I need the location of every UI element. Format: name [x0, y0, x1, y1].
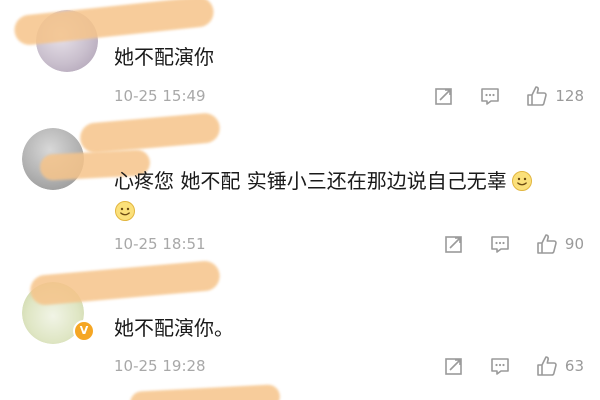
like-button[interactable]: 128 [525, 84, 584, 108]
like-button[interactable]: 63 [535, 354, 584, 378]
share-button[interactable] [433, 85, 455, 107]
thumbs-up-icon [537, 356, 557, 376]
share-icon [445, 358, 462, 375]
username-redaction [129, 384, 281, 400]
username-redaction [29, 259, 221, 307]
comment-time: 10-25 15:49 [114, 87, 206, 105]
comment-text-content: 心疼您 她不配 实锤小三还在那边说自己无辜 [114, 169, 507, 193]
comment-meta: 10-25 18:51 90 [114, 232, 584, 256]
comment-time: 10-25 18:51 [114, 235, 206, 253]
thumbs-up-icon [537, 234, 557, 254]
comment-text: 心疼您 她不配 实锤小三还在那边说自己无辜 [114, 167, 533, 195]
comment-text: 她不配演你。 [114, 316, 234, 340]
thumbs-up-icon [527, 86, 548, 106]
comment-meta: 10-25 19:28 63 [114, 354, 584, 378]
comment-button[interactable] [489, 355, 511, 377]
comment-actions: 90 [419, 232, 584, 256]
comment-icon [491, 236, 509, 253]
comment-text-line2 [114, 197, 136, 225]
share-button[interactable] [443, 233, 465, 255]
comment-meta: 10-25 15:49 128 [114, 84, 584, 108]
verified-v-icon: V [73, 320, 95, 342]
smile-emoji-icon [115, 201, 135, 221]
comment-button[interactable] [479, 85, 501, 107]
comment-button[interactable] [489, 233, 511, 255]
share-button[interactable] [443, 355, 465, 377]
comment-time: 10-25 19:28 [114, 357, 206, 375]
like-button[interactable]: 90 [535, 232, 584, 256]
like-count: 63 [564, 357, 584, 375]
username-redaction [12, 0, 216, 47]
comment-actions: 63 [419, 354, 584, 378]
smile-emoji-icon [511, 171, 532, 191]
username-redaction [78, 111, 222, 155]
comment-actions: 128 [409, 84, 584, 108]
share-icon [435, 88, 453, 105]
like-count: 128 [555, 87, 584, 105]
comment-list: 她不配演你 10-25 15:49 128 心疼您 她不配 实锤小三还在那边说自… [0, 0, 600, 400]
share-icon [445, 236, 462, 253]
like-count: 90 [564, 235, 584, 253]
comment-text: 她不配演你 [114, 45, 214, 69]
comment-icon [491, 358, 509, 375]
comment-icon [481, 88, 500, 105]
